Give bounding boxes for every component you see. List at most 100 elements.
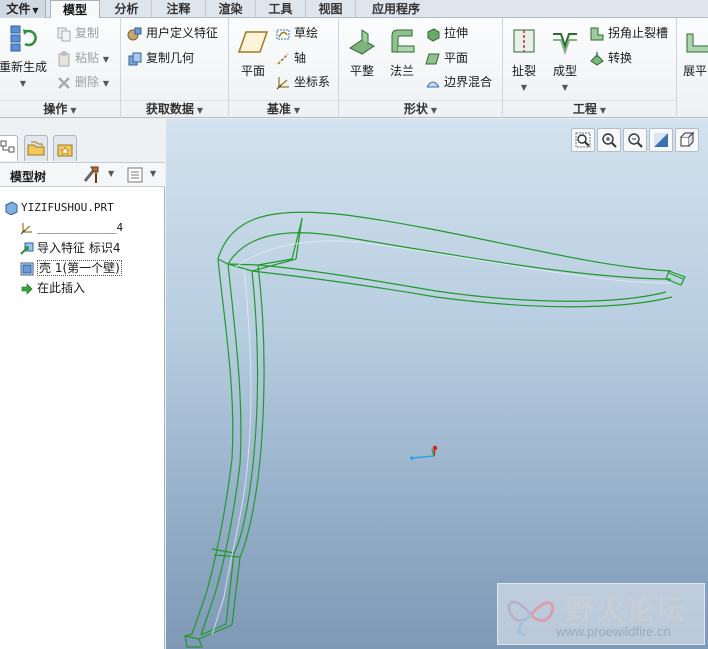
part-icon (5, 201, 18, 215)
favorites-icon (57, 144, 73, 157)
group-title-operations[interactable]: 操作 ▼ (0, 100, 120, 116)
flange-icon (391, 29, 415, 53)
model-wireframe[interactable] (166, 119, 708, 649)
group-operations: 重新生成 ▼ 复制 粘贴 ▼ 删除 ▼ 操作 ▼ (0, 18, 121, 118)
boundary-blend-icon (426, 81, 440, 87)
model-tree-panel: 模型树 ▼ ▼ YIZIFUSHOU.PRT ____________4 导入特… (0, 119, 165, 649)
chevron-down-icon: ▼ (19, 79, 27, 88)
group-datum: 平面 草绘 轴 坐标系 基准 ▼ (229, 18, 339, 118)
extrude-button[interactable]: 拉伸 (425, 23, 468, 43)
graphics-window[interactable]: 野火论坛 www.proewildfire.cn (166, 119, 708, 649)
navigator-tabs (0, 119, 165, 163)
tab-favorites[interactable] (53, 135, 77, 161)
tab-model-tree[interactable] (0, 135, 18, 161)
group-bend: 展平 (677, 18, 708, 118)
tab-model[interactable]: 模型 (50, 0, 100, 19)
tab-analysis[interactable]: 分析 (102, 0, 152, 18)
copy-geometry-button[interactable]: 复制几何 (127, 48, 194, 68)
corner-relief-icon (590, 27, 604, 40)
tab-view[interactable]: 视图 (306, 0, 356, 18)
paste-icon (58, 51, 70, 66)
model-tree-header: 模型树 ▼ ▼ (0, 163, 165, 187)
delete-button[interactable]: 删除 ▼ (56, 72, 109, 92)
show-options-icon[interactable] (126, 166, 144, 184)
spin-center-icon (410, 445, 438, 460)
chevron-down-icon: ▼ (102, 55, 109, 64)
datum-plane-button[interactable]: 平面 (233, 26, 273, 79)
chevron-down-icon[interactable]: ▼ (150, 169, 156, 178)
planar-wall-button[interactable]: 平整 (343, 26, 381, 79)
tree-node-part[interactable]: YIZIFUSHOU.PRT (4, 199, 114, 217)
copy-button[interactable]: 复制 (56, 23, 99, 43)
butterfly-logo-icon (507, 600, 555, 636)
group-title-datum[interactable]: 基准 ▼ (229, 100, 338, 116)
form-icon (553, 33, 577, 56)
boundary-blend-button[interactable]: 边界混合 (425, 72, 492, 92)
extrude-icon (427, 27, 440, 42)
form-button[interactable]: 成型 ▼ (545, 26, 585, 93)
tree-settings-icon[interactable] (82, 165, 104, 185)
forum-watermark: 野火论坛 www.proewildfire.cn (497, 583, 705, 645)
group-engineering: 扯裂 ▼ 成型 ▼ 拐角止裂槽 转换 工程 ▼ (503, 18, 677, 118)
copy-icon (57, 27, 71, 41)
coordinate-system-button[interactable]: 坐标系 (275, 72, 330, 92)
user-defined-feature-icon (127, 27, 142, 40)
rip-icon (513, 29, 535, 53)
group-title-shapes[interactable]: 形状 ▼ (339, 100, 502, 116)
sketch-icon (276, 29, 290, 39)
group-get-data: 用户定义特征 复制几何 获取数据 ▼ (121, 18, 229, 118)
tab-folder-browser[interactable] (24, 135, 48, 161)
tree-node-import-feature[interactable]: 导入特征 标识4 (20, 239, 120, 257)
chevron-down-icon[interactable]: ▼ (108, 169, 114, 178)
group-title-engineering[interactable]: 工程 ▼ (503, 100, 676, 116)
tab-file[interactable]: 文件 ▼ (0, 0, 46, 18)
tab-tools[interactable]: 工具 (256, 0, 306, 18)
chevron-down-icon: ▼ (520, 83, 528, 92)
tab-render[interactable]: 渲染 (206, 0, 256, 18)
folder-icon (27, 141, 45, 156)
axis-icon (277, 52, 289, 65)
shell-wall-icon (20, 262, 34, 275)
corner-relief-button[interactable]: 拐角止裂槽 (589, 23, 668, 43)
rip-button[interactable]: 扯裂 ▼ (505, 26, 543, 93)
ribbon: 重新生成 ▼ 复制 粘贴 ▼ 删除 ▼ 操作 ▼ 用户定义特征 复制几何 获取数据… (0, 18, 708, 118)
chevron-down-icon: ▼ (293, 106, 301, 115)
regenerate-icon (10, 25, 37, 52)
regenerate-button[interactable]: 重新生成 ▼ (0, 22, 50, 89)
datum-axis-button[interactable]: 轴 (275, 48, 306, 68)
convert-icon (590, 51, 604, 66)
sketch-button[interactable]: 草绘 (275, 23, 318, 43)
tree-node-insert-here[interactable]: 在此插入 (20, 279, 85, 297)
chevron-down-icon: ▼ (196, 106, 204, 115)
watermark-url: www.proewildfire.cn (556, 624, 671, 639)
unbend-icon (686, 33, 708, 53)
tab-annotate[interactable]: 注释 (152, 0, 206, 18)
paste-button[interactable]: 粘贴 ▼ (56, 48, 109, 68)
model-tree-icon (0, 140, 15, 153)
convert-button[interactable]: 转换 (589, 48, 632, 68)
delete-x-icon (58, 76, 70, 89)
group-shapes: 平整 法兰 拉伸 平面 边界混合 形状 ▼ (339, 18, 503, 118)
group-title-get-data[interactable]: 获取数据 ▼ (121, 100, 228, 116)
csys-icon (276, 76, 289, 89)
datum-plane-icon (237, 31, 269, 53)
planar-button[interactable]: 平面 (425, 48, 468, 68)
insert-here-arrow-icon (21, 282, 33, 295)
user-defined-feature-button[interactable]: 用户定义特征 (127, 23, 218, 43)
tree-node-csys[interactable]: ____________4 (20, 219, 123, 237)
chevron-down-icon: ▼ (430, 106, 438, 115)
unbend-button[interactable]: 展平 (683, 26, 708, 79)
tree-node-shell-wall[interactable]: 壳 1(第一个壁) (20, 259, 122, 277)
watermark-title: 野火论坛 (566, 593, 687, 626)
chevron-down-icon: ▼ (102, 79, 109, 88)
import-feature-icon (20, 242, 34, 255)
tab-applications[interactable]: 应用程序 (356, 0, 436, 18)
csys-feature-icon (20, 223, 32, 235)
copy-geometry-icon (128, 52, 142, 65)
chevron-down-icon: ▼ (70, 106, 77, 115)
ribbon-tab-bar: 文件 ▼ 模型 分析 注释 渲染 工具 视图 应用程序 (0, 0, 708, 19)
chevron-down-icon: ▼ (561, 83, 569, 92)
model-tree-title: 模型树 (10, 170, 47, 184)
chevron-down-icon: ▼ (599, 106, 607, 115)
flange-wall-button[interactable]: 法兰 (383, 26, 421, 79)
